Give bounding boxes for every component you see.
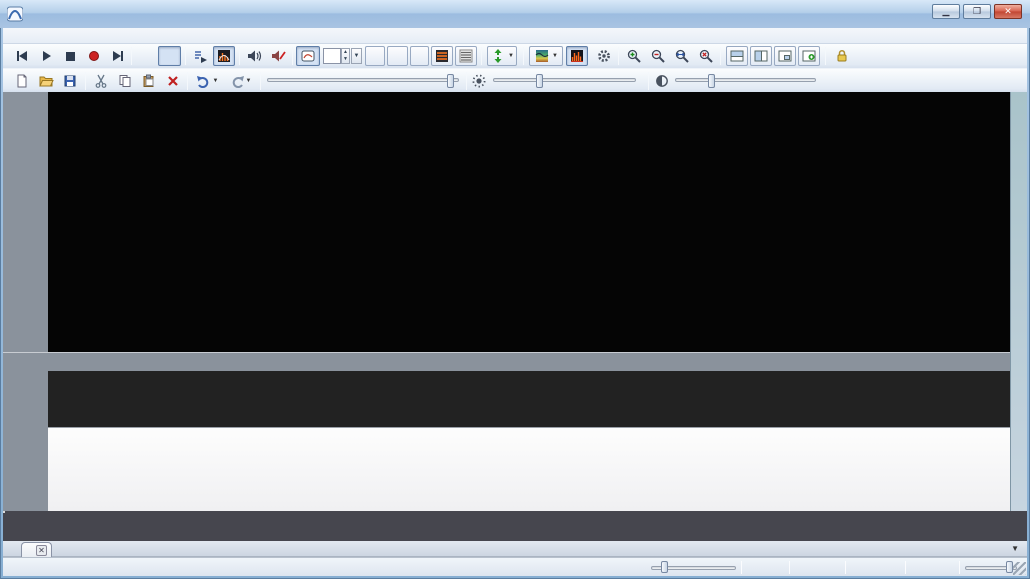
zoom-reset-icon[interactable] <box>695 46 717 66</box>
sharp-grid-button[interactable] <box>410 46 429 66</box>
spectrogram-view-button[interactable]: ▼ <box>529 46 563 66</box>
maximize-button[interactable]: ❒ <box>963 4 991 19</box>
copy-icon[interactable] <box>114 71 136 91</box>
skip-to-start-button[interactable] <box>11 46 33 66</box>
menu-bar <box>3 28 1027 44</box>
note-grid-button[interactable] <box>365 46 385 66</box>
list-rows-icon[interactable] <box>455 46 477 66</box>
resize-grip[interactable] <box>1013 562 1026 575</box>
brightness-icon <box>469 71 489 91</box>
marker-panel-toggle[interactable] <box>296 46 320 66</box>
timeline-selection-box[interactable] <box>3 511 5 513</box>
right-panel-strip[interactable] <box>1010 92 1027 511</box>
playback-position-slider[interactable] <box>267 78 459 82</box>
status-bar <box>3 557 1027 576</box>
settings-gear-icon[interactable] <box>593 46 615 66</box>
layout-split-vertical-icon[interactable] <box>750 46 772 66</box>
title-bar[interactable]: ▁ ❒ ✕ <box>0 0 1030 28</box>
document-tab[interactable]: ✕ <box>21 542 52 557</box>
brightness-slider[interactable] <box>493 78 636 82</box>
redo-button[interactable]: ▼ <box>225 71 255 91</box>
toolbar-file: ▼ ▼ <box>3 68 1027 92</box>
delete-icon[interactable] <box>162 71 184 91</box>
tab-close-icon[interactable]: ✕ <box>36 545 47 556</box>
app-logo-icon <box>7 6 23 22</box>
grid-dropdown[interactable]: ▼ <box>351 48 362 64</box>
frequency-axis <box>3 352 1010 371</box>
zoom-in-icon[interactable] <box>623 46 645 66</box>
spectrum-view-button[interactable] <box>566 46 588 66</box>
app-window: ▁ ❒ ✕ ▲ ▼ ▼ ▼ ▼ ▼ ▼ ✕ ▼ <box>0 0 1030 579</box>
close-button[interactable]: ✕ <box>994 4 1022 19</box>
save-file-icon[interactable] <box>59 71 81 91</box>
cut-icon[interactable] <box>90 71 112 91</box>
layout-detach-icon[interactable] <box>774 46 796 66</box>
tab-list-dropdown-icon[interactable]: ▼ <box>1011 544 1019 553</box>
speaker-icon[interactable] <box>243 46 265 66</box>
status-zoom-thumb[interactable] <box>661 561 668 573</box>
hz-grid-button[interactable] <box>387 46 408 66</box>
voice-range-staff <box>48 427 1010 511</box>
status-scale-thumb[interactable] <box>1006 561 1013 573</box>
spectrum-plot[interactable] <box>48 92 1010 352</box>
undo-button[interactable]: ▼ <box>192 71 222 91</box>
contrast-icon <box>652 71 672 91</box>
layout-add-icon[interactable] <box>798 46 820 66</box>
lock-icon[interactable] <box>831 46 853 66</box>
fit-vertical-button[interactable]: ▼ <box>487 46 517 66</box>
timeline-overview[interactable] <box>3 511 1027 541</box>
new-file-icon[interactable] <box>11 71 33 91</box>
paste-icon[interactable] <box>138 71 160 91</box>
zoom-horizontal-icon[interactable] <box>671 46 693 66</box>
minimize-button[interactable]: ▁ <box>932 4 960 19</box>
contrast-thumb[interactable] <box>708 74 715 88</box>
harmonic-peaks-icon[interactable] <box>213 46 235 66</box>
contrast-slider[interactable] <box>675 78 816 82</box>
linear-scale-button[interactable] <box>135 46 156 66</box>
playback-position-thumb[interactable] <box>447 74 454 88</box>
open-file-icon[interactable] <box>35 71 57 91</box>
overtone-rows-icon[interactable] <box>431 46 453 66</box>
export-markers-icon[interactable] <box>189 46 211 66</box>
record-button[interactable] <box>83 46 105 66</box>
toolbar-main: ▲ ▼ ▼ ▼ ▼ <box>3 44 1027 68</box>
skip-to-end-button[interactable] <box>107 46 129 66</box>
stop-button[interactable] <box>59 46 81 66</box>
intensity-axis <box>3 92 48 511</box>
spinner-arrows[interactable]: ▲ ▼ <box>341 48 350 64</box>
document-tab-bar: ✕ ▼ <box>3 541 1027 557</box>
mute-icon[interactable] <box>267 46 289 66</box>
harmonic-grid-spinner[interactable] <box>323 48 341 64</box>
piano-keyboard <box>48 371 1010 427</box>
zoom-out-icon[interactable] <box>647 46 669 66</box>
log-scale-button[interactable] <box>158 46 181 66</box>
brightness-thumb[interactable] <box>536 74 543 88</box>
play-button[interactable] <box>35 46 57 66</box>
layout-split-horizontal-icon[interactable] <box>726 46 748 66</box>
